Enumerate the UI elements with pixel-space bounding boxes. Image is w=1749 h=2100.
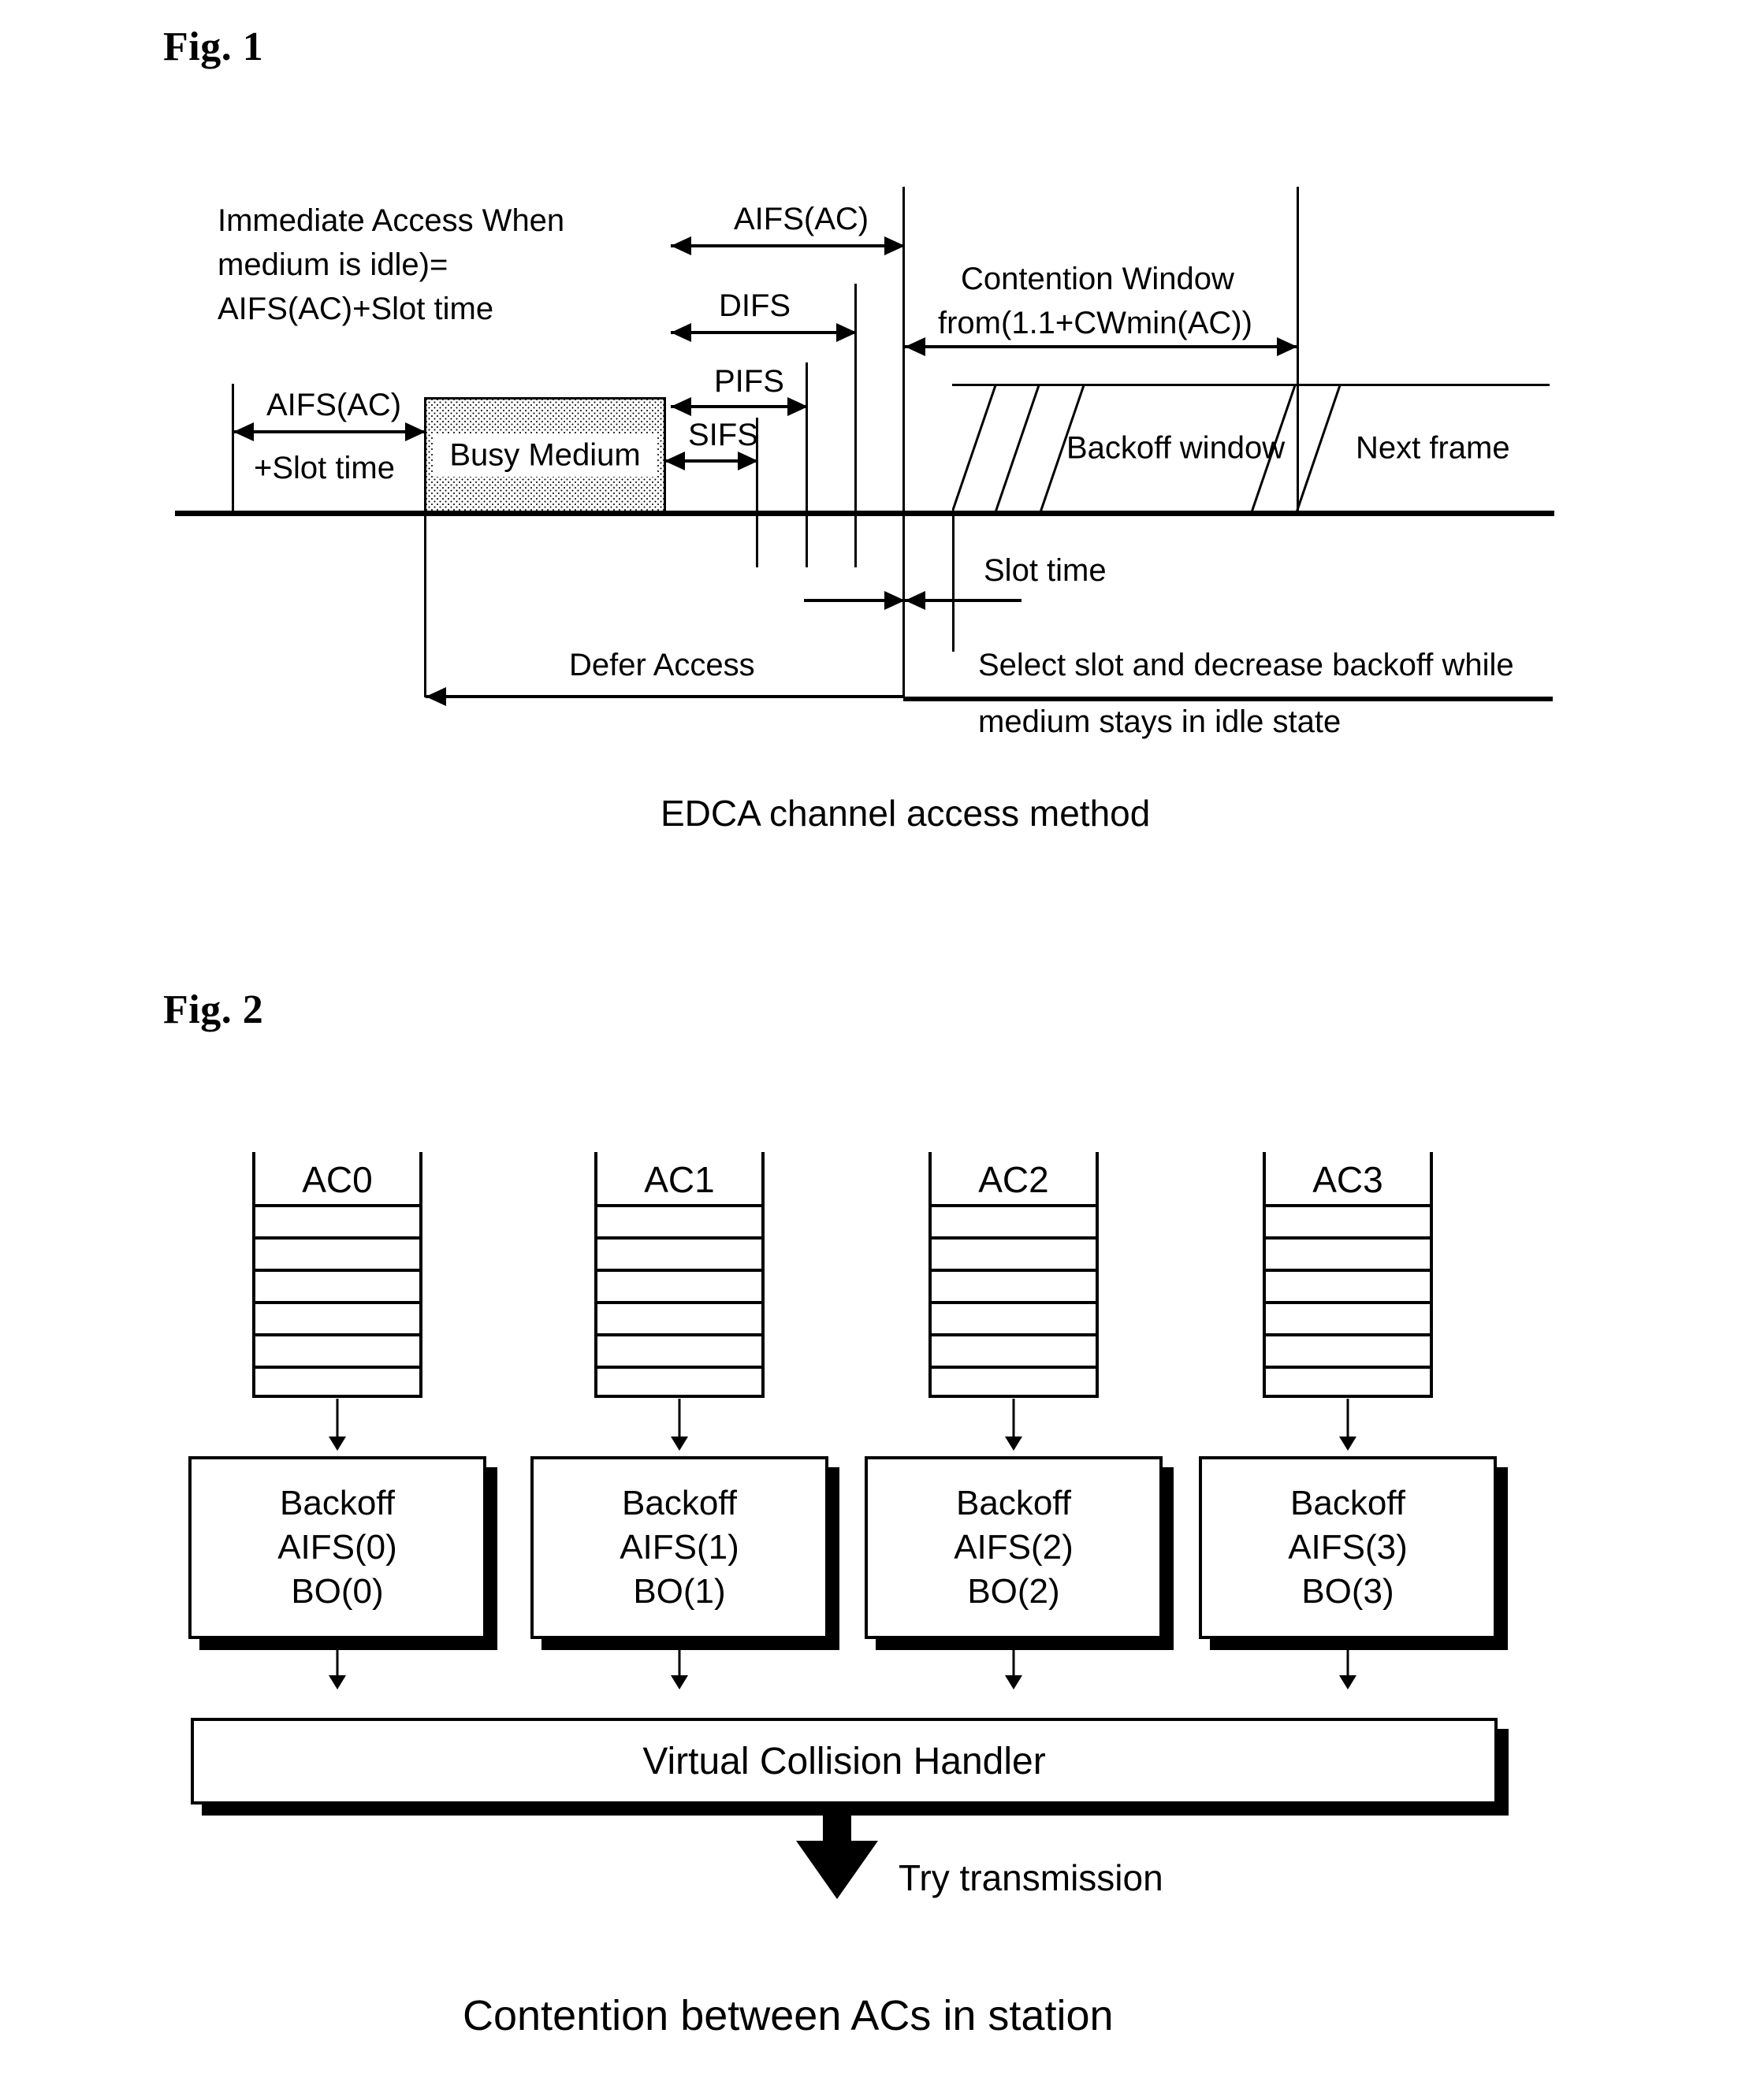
slot-time-plus-label: +Slot time (254, 451, 395, 485)
backoff-box-1-line-3: BO(1) (633, 1572, 726, 1611)
queue-ac2: AC2 (928, 1152, 1099, 1398)
backoff-box-1: Backoff AIFS(1) BO(1) (530, 1456, 828, 1639)
backoff-box-3: Backoff AIFS(3) BO(3) (1199, 1456, 1497, 1639)
guide-line-slot-start (952, 512, 955, 652)
queue-ac0: AC0 (252, 1152, 422, 1398)
guide-line-pifs-end (806, 362, 808, 567)
backoff-box-0: Backoff AIFS(0) BO(0) (188, 1456, 486, 1639)
backoff-box-3-line-2: AIFS(3) (1288, 1527, 1408, 1567)
figure-2-caption: Contention between ACs in station (463, 1992, 1114, 2039)
contention-window-line-1: Contention Window (961, 262, 1234, 296)
virtual-collision-handler: Virtual Collision Handler (191, 1718, 1498, 1805)
backoff-box-0-line-2: AIFS(0) (277, 1527, 397, 1567)
figure-1-caption: EDCA channel access method (661, 793, 1151, 834)
busy-medium-label: Busy Medium (449, 437, 641, 473)
busy-medium-box: Busy Medium (424, 397, 666, 514)
backoff-box-2-line-3: BO(2) (967, 1572, 1060, 1611)
virtual-collision-handler-label: Virtual Collision Handler (642, 1740, 1046, 1782)
immediate-access-line-3: AIFS(AC)+Slot time (218, 292, 494, 326)
backoff-box-1-line-2: AIFS(1) (620, 1527, 739, 1567)
backoff-box-2-line-2: AIFS(2) (954, 1527, 1074, 1567)
backoff-box-1-line-1: Backoff (622, 1483, 737, 1522)
backoff-box-3-line-1: Backoff (1290, 1483, 1405, 1522)
backoff-window-label: Backoff window (1066, 430, 1286, 465)
immediate-access-line-1: Immediate Access When (218, 203, 565, 238)
aifs-left-label: AIFS(AC) (266, 388, 402, 422)
guide-line-aifs-start (232, 384, 234, 514)
slot-time-label: Slot time (984, 553, 1107, 588)
backoff-box-0-line-1: Backoff (280, 1483, 395, 1522)
backoff-window-strip: Backoff window Next frame (952, 384, 1550, 512)
immediate-access-line-2: medium is idle)= (218, 247, 448, 282)
backoff-box-3-line-3: BO(3) (1301, 1572, 1394, 1611)
try-transmission-label: Try transmission (899, 1857, 1163, 1898)
queue-ac1: AC1 (594, 1152, 765, 1398)
aifs-top-label: AIFS(AC) (734, 202, 869, 236)
select-slot-underline (903, 697, 1553, 701)
backoff-box-2-line-1: Backoff (956, 1483, 1071, 1522)
queue-ac3: AC3 (1263, 1152, 1433, 1398)
timeline-baseline (175, 511, 1554, 516)
queue-ac3-label: AC3 (1312, 1159, 1383, 1200)
difs-label: DIFS (719, 288, 791, 323)
sifs-label: SIFS (688, 418, 758, 452)
next-frame-label: Next frame (1356, 430, 1510, 465)
guide-line-busy-start (424, 512, 426, 697)
defer-access-label: Defer Access (569, 648, 755, 682)
queue-ac2-label: AC2 (978, 1159, 1049, 1200)
backoff-box-2: Backoff AIFS(2) BO(2) (865, 1456, 1163, 1639)
figure-2-number: Fig. 2 (163, 987, 264, 1032)
select-slot-line-2: medium stays in idle state (978, 704, 1342, 739)
backoff-box-0-line-3: BO(0) (291, 1572, 384, 1611)
contention-window-line-2: from(1.1+CWmin(AC)) (938, 306, 1252, 340)
try-transmission-arrow-icon (793, 1805, 881, 1899)
queue-ac1-label: AC1 (644, 1159, 715, 1200)
select-slot-line-1: Select slot and decrease backoff while (978, 648, 1514, 682)
queue-ac0-label: AC0 (302, 1159, 373, 1200)
figure-1-number: Fig. 1 (163, 24, 264, 69)
pifs-label: PIFS (714, 364, 784, 399)
